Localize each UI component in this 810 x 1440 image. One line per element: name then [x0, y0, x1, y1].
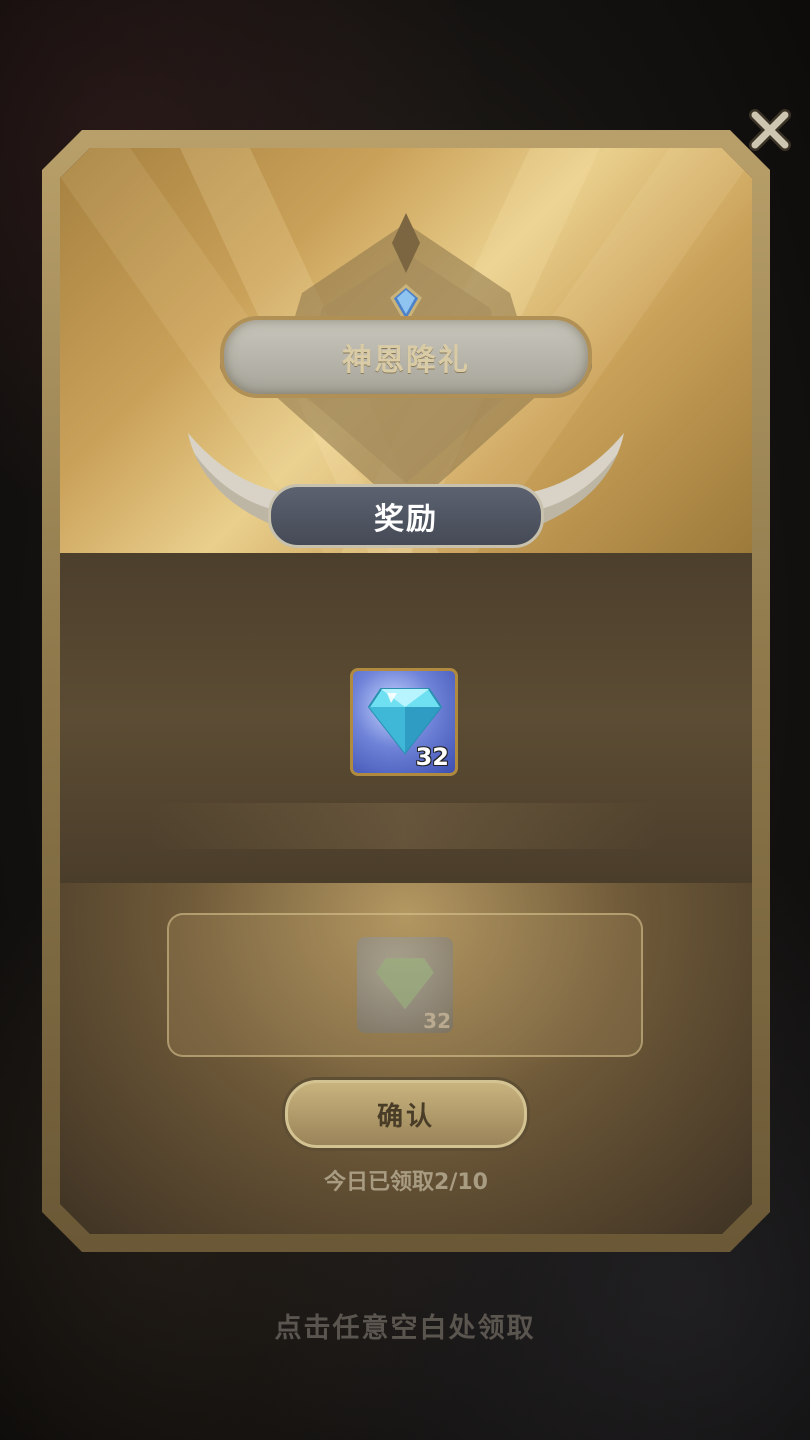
reward-item[interactable]: 32 [350, 668, 458, 776]
confirm-label: 确认 [376, 1101, 435, 1132]
band-glow [150, 803, 660, 849]
title-plate: 神恩降礼 [220, 316, 592, 398]
tap-to-claim-hint: 点击任意空白处领取 [274, 1313, 536, 1344]
section-label: 奖励 [374, 502, 438, 537]
diamond-gem-icon [376, 958, 434, 1010]
dialog-title: 神恩降礼 [342, 343, 470, 378]
close-icon[interactable] [745, 105, 795, 155]
confirm-button[interactable]: 确认 [285, 1080, 527, 1148]
section-ribbon: 奖励 [268, 484, 544, 548]
reward-dialog: 神恩降礼 奖励 32 32 确认 今日已领取2/10 [60, 148, 752, 1234]
reward-count: 32 [415, 743, 449, 771]
claimed-tray: 32 [167, 913, 643, 1057]
preview-count: 32 [423, 1009, 451, 1033]
daily-claim-status: 今日已领取2/10 [324, 1170, 488, 1195]
preview-item: 32 [357, 937, 453, 1033]
